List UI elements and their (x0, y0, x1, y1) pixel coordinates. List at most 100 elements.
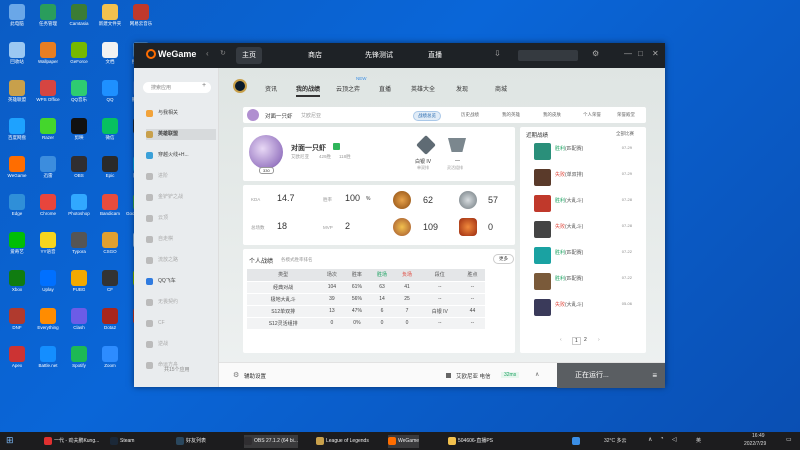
match-row[interactable]: 胜利(匹配赛) 07-22 (534, 273, 644, 293)
desktop-icon[interactable]: CSGO (95, 232, 125, 266)
volume-icon[interactable]: ◁ (672, 436, 677, 443)
desktop-icon[interactable]: 迅雷 (33, 156, 63, 190)
desktop-icon[interactable]: 百度网盘 (2, 118, 32, 152)
profile-tab[interactable]: 我的英雄 (498, 111, 524, 119)
desktop-icon[interactable]: YY语音 (33, 232, 63, 266)
sidebar-item[interactable]: 命运方舟 (146, 360, 216, 371)
sidebar-item[interactable]: 流放之路 (146, 255, 216, 266)
profile-tab[interactable]: 个人荣誉 (579, 111, 605, 119)
clock-time[interactable]: 16:49 (752, 433, 765, 439)
pager-next[interactable]: › (598, 337, 600, 343)
taskbar-item[interactable]: 一代 - 劲夫鹏Kung... (44, 435, 99, 448)
desktop-icon[interactable]: Edge (2, 194, 32, 228)
desktop-icon[interactable]: OBS (64, 156, 94, 190)
profile-tab[interactable]: 荣誉殿堂 (613, 111, 639, 119)
network-icon[interactable]: ◔ (660, 436, 664, 442)
desktop-icon[interactable]: Uplay (33, 270, 63, 304)
sidebar-search-input[interactable]: 搜索应用 (143, 82, 211, 93)
desktop-icon[interactable]: Camtasia (64, 4, 94, 38)
sidebar-item[interactable]: 英雄联盟 (146, 129, 216, 140)
desktop-icon[interactable]: Typora (64, 232, 94, 266)
tray-chevron-icon[interactable]: ∧ (648, 436, 652, 443)
taskbar-item[interactable]: OBS 27.1.2 (64 bi... (244, 435, 298, 448)
desktop-icon[interactable]: Xbox (2, 270, 32, 304)
running-button[interactable]: 正在运行... ≡ (557, 363, 665, 388)
add-app-icon[interactable]: + (202, 82, 206, 89)
desktop-icon[interactable]: Razer (33, 118, 63, 152)
recent-filter-dropdown[interactable]: 全部比赛 (616, 131, 634, 137)
windows-start-icon[interactable]: ⊞ (6, 435, 14, 446)
desktop-icon[interactable]: 英雄联盟 (2, 80, 32, 114)
desktop-icon[interactable]: Photoshop (64, 194, 94, 228)
menu-icon[interactable]: ≡ (652, 363, 657, 388)
assist-settings-link[interactable]: 辅助设置 (244, 372, 266, 380)
profile-tab[interactable]: 战绩总览 (413, 111, 441, 121)
profile-avatar[interactable] (249, 135, 283, 169)
wegame-logo[interactable]: WeGame (146, 49, 196, 59)
clock-date[interactable]: 2022/7/29 (744, 441, 766, 447)
tab-discover[interactable]: 发现 (456, 84, 468, 93)
settings-icon[interactable]: ⚙ (592, 49, 599, 58)
desktop-icon[interactable]: 网易云音乐 (126, 4, 156, 38)
sidebar-item[interactable]: 进阶 (146, 171, 216, 182)
sidebar-item[interactable]: 金铲铲之战 (146, 192, 216, 203)
desktop-icon[interactable]: QQ (95, 80, 125, 114)
match-row[interactable]: 胜利(匹配赛) 07-29 (534, 143, 644, 163)
ime-indicator[interactable]: 英 (696, 437, 701, 444)
chevron-up-icon[interactable]: ∧ (535, 371, 539, 378)
desktop-icon[interactable]: CF (95, 270, 125, 304)
download-icon[interactable]: ⇩ (494, 49, 501, 58)
desktop-icon[interactable]: 任务管理 (33, 4, 63, 38)
desktop-icon[interactable]: 文档 (95, 42, 125, 76)
lol-logo-icon[interactable] (233, 79, 247, 93)
desktop-icon[interactable]: DNF (2, 308, 32, 342)
settings-gear-icon[interactable]: ⚙ (233, 371, 239, 379)
desktop-icon[interactable]: Zoom (95, 346, 125, 380)
refresh-icon[interactable]: ↻ (220, 49, 226, 57)
desktop-icon[interactable]: 新建文件夹 (95, 4, 125, 38)
tab-live[interactable]: 直播 (379, 84, 391, 93)
taskbar-item[interactable]: WeGame (388, 435, 420, 448)
taskbar-item[interactable]: League of Legends (316, 435, 369, 448)
desktop-icon[interactable]: 此电脑 (2, 4, 32, 38)
sidebar-item[interactable]: 自走棋 (146, 234, 216, 245)
notification-icon[interactable]: ▭ (786, 436, 792, 443)
pager-page[interactable]: 1 (572, 337, 581, 345)
match-row[interactable]: 胜利(匹配赛) 07-22 (534, 247, 644, 267)
match-row[interactable]: 失败(大乱斗) 05-06 (534, 299, 644, 319)
top-search-input[interactable] (518, 50, 578, 61)
desktop-icon[interactable]: 回收站 (2, 42, 32, 76)
taskbar-item[interactable]: 504606-直播PS (448, 435, 493, 448)
desktop-icon[interactable]: 爱奇艺 (2, 232, 32, 266)
desktop-icon[interactable]: Apex (2, 346, 32, 380)
desktop-icon[interactable]: 微信 (95, 118, 125, 152)
sidebar-item[interactable]: 无畏契约 (146, 297, 216, 308)
match-row[interactable]: 胜利(大乱斗) 07-28 (534, 195, 644, 215)
taskbar-item[interactable]: 好友列表 (176, 435, 206, 448)
nav-store[interactable]: 商店 (302, 47, 328, 64)
desktop-icon[interactable]: WeGame (2, 156, 32, 190)
maximize-icon[interactable]: □ (638, 49, 643, 58)
profile-tab[interactable]: 我的皮肤 (539, 111, 565, 119)
flex-emblem-icon[interactable] (448, 138, 466, 152)
match-row[interactable]: 失败(大乱斗) 07-28 (534, 221, 644, 241)
profile-bar-avatar[interactable] (247, 109, 259, 121)
desktop-icon[interactable]: WPS Office (33, 80, 63, 114)
desktop-icon[interactable]: Epic (95, 156, 125, 190)
desktop-icon[interactable]: GeForce (64, 42, 94, 76)
taskbar-item[interactable]: Steam (110, 435, 134, 448)
tab-my-records[interactable]: 我的战绩 (296, 84, 321, 97)
sidebar-item[interactable]: 与我相关 (146, 108, 216, 119)
desktop-icon[interactable]: PUBG (64, 270, 94, 304)
desktop-icon[interactable]: Clash (64, 308, 94, 342)
match-row[interactable]: 失败(单双排) 07-29 (534, 169, 644, 189)
sidebar-item[interactable]: 逆战 (146, 339, 216, 350)
desktop-icon[interactable]: QQ音乐 (64, 80, 94, 114)
minimize-icon[interactable]: — (624, 49, 632, 58)
back-arrow-icon[interactable]: ‹ (206, 49, 209, 58)
desktop-icon[interactable]: 剪映 (64, 118, 94, 152)
server-status[interactable]: 艾欧尼亚 电信 (456, 372, 491, 380)
desktop-icon[interactable]: Dota2 (95, 308, 125, 342)
sidebar-item[interactable]: QQ飞车 (146, 276, 216, 287)
close-icon[interactable]: ✕ (652, 49, 659, 58)
